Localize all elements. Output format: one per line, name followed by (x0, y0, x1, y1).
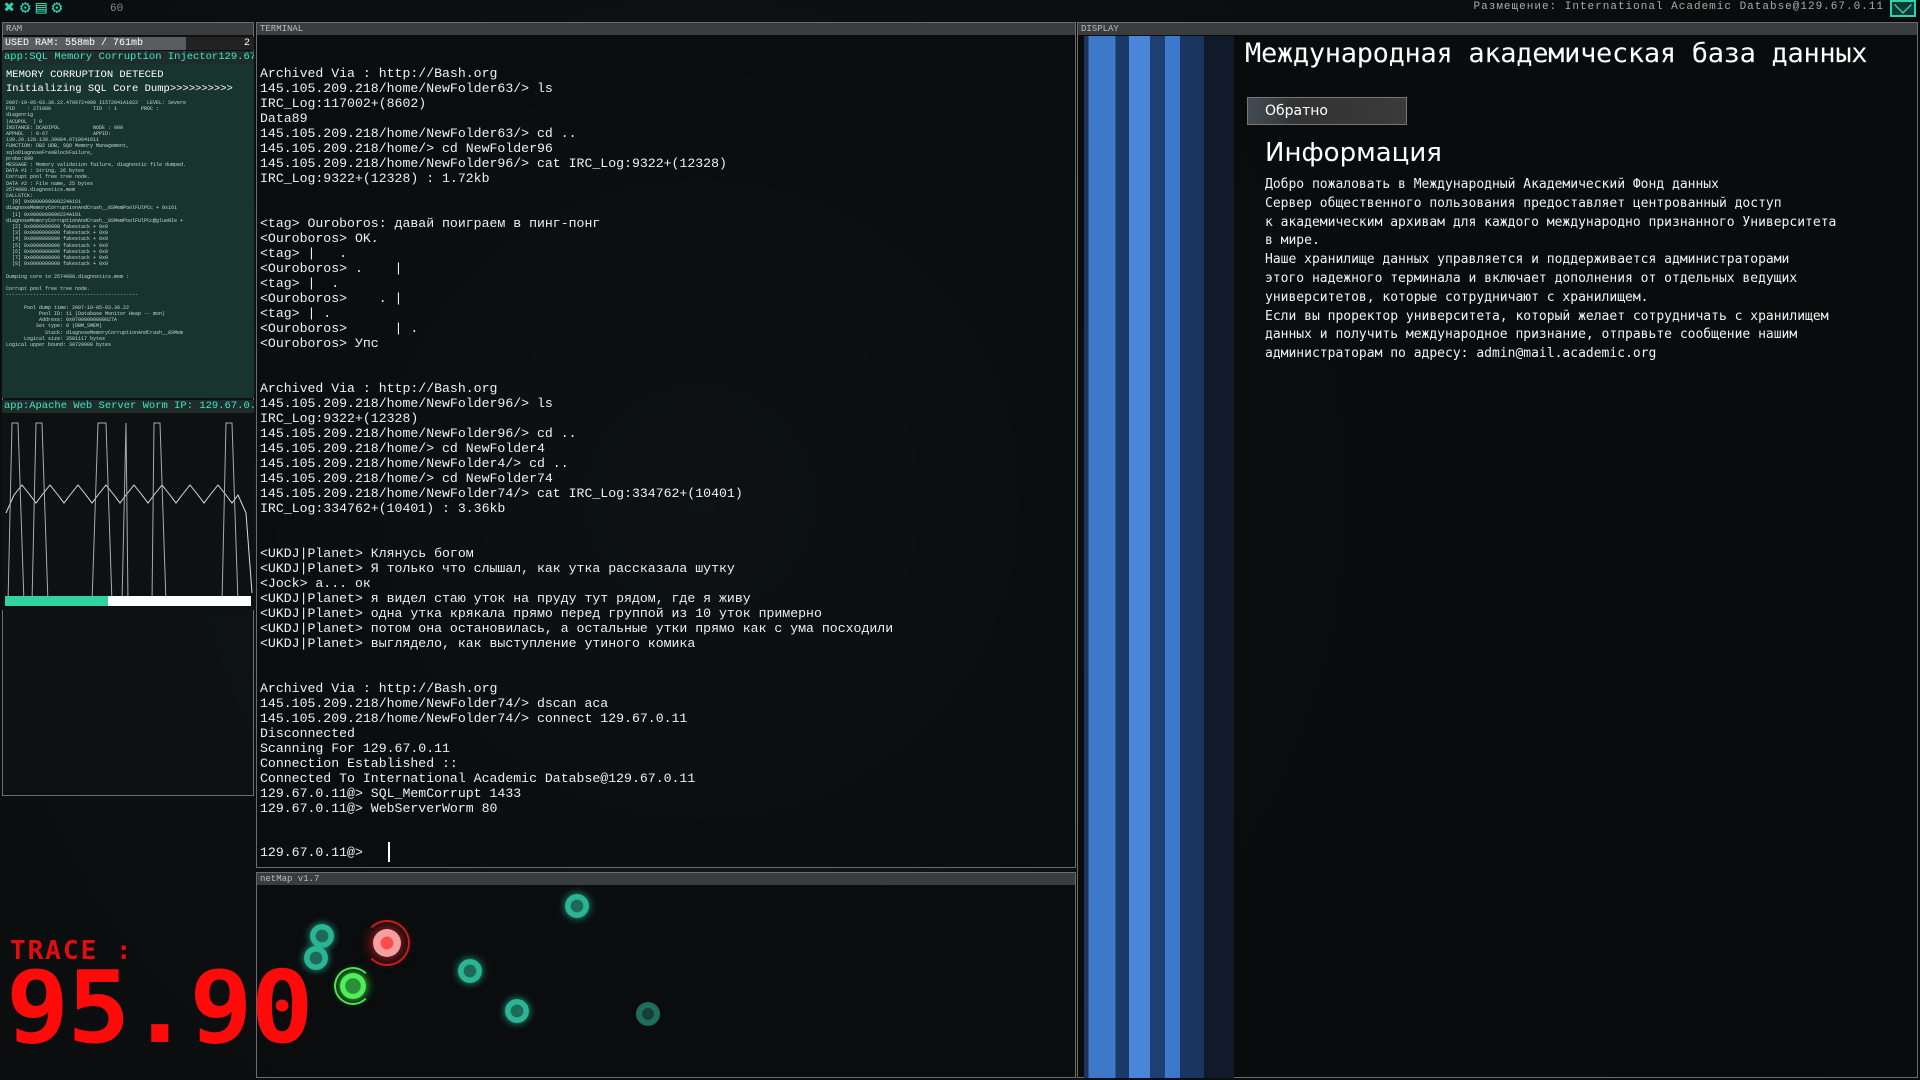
ram-usage-bar: USED RAM: 558mb / 761mb 2 (2, 37, 254, 50)
terminal-line: IRC_Log:117002+(8602) (260, 96, 427, 111)
top-bar: ✖ ⚙ ▤ ⚙ 60 Размещение: International Aca… (0, 0, 1920, 20)
ram-used-label: USED RAM: 558mb / 761mb (5, 38, 144, 49)
terminal-line: <tag> | . (260, 276, 340, 291)
netmap-node-normal[interactable] (565, 894, 589, 918)
terminal-line: <Ouroboros> OK. (260, 231, 379, 246)
close-icon[interactable]: ✖ (4, 0, 15, 18)
terminal-output: Archived Via : http://Bash.org 145.105.20… (260, 66, 893, 816)
app-title: app:Apache Web Server Worm IP: 129.67.0.… (2, 400, 254, 413)
terminal-line: <tag> Ouroboros: давай поиграем в пинг-п… (260, 216, 601, 231)
ram-header: RAM (3, 23, 253, 35)
terminal-line: IRC_Log:9322+(12328) : 1.72kb (260, 171, 490, 186)
terminal-line: 129.67.0.11@> WebServerWorm 80 (260, 801, 498, 816)
sql-memory-corruption-app[interactable]: app:SQL Memory Corruption Injector129.67… (2, 51, 254, 398)
terminal-line: Archived Via : http://Bash.org (260, 681, 498, 696)
terminal-line: 145.105.209.218/home/NewFolder96/> cat I… (260, 156, 727, 171)
fps-counter: 60 (110, 3, 124, 15)
waveform-line-b (7, 422, 239, 604)
terminal-line: <Ouroboros> | . (260, 321, 419, 336)
terminal-line: <UKDJ|Planet> Клянусь богом (260, 546, 474, 561)
save-icon[interactable]: ▤ (36, 0, 47, 18)
display-header: DISPLAY (1078, 23, 1917, 35)
text-cursor (388, 842, 390, 862)
info-heading: Информация (1265, 138, 1442, 168)
terminal-line: Archived Via : http://Bash.org (260, 381, 498, 396)
netmap-node-home[interactable] (334, 967, 372, 1005)
terminal-line: <Ouroboros> Упс (260, 336, 379, 351)
terminal-line: <UKDJ|Planet> я видел стаю уток на пруду… (260, 591, 751, 606)
netmap-node-target[interactable] (364, 920, 410, 966)
terminal-line: <UKDJ|Planet> потом она остановилась, а … (260, 621, 894, 636)
terminal-line: 145.105.209.218/home/> cd NewFolder4 (260, 441, 545, 456)
gear-icon[interactable]: ⚙ (20, 0, 31, 18)
back-button[interactable]: Обратно (1247, 97, 1407, 125)
terminal-line: IRC_Log:334762+(10401) : 3.36kb (260, 501, 506, 516)
netmap-node-normal[interactable] (505, 999, 529, 1023)
waveform-line-a (5, 484, 253, 594)
terminal-line: Connected To International Academic Data… (260, 771, 696, 786)
terminal-line: 145.105.209.218/home/NewFolder63/> cd .. (260, 126, 577, 141)
terminal-line: 129.67.0.11@> SQL_MemCorrupt 1433 (260, 786, 522, 801)
app-title: app:SQL Memory Corruption Injector129.67… (2, 51, 254, 64)
terminal-line: <tag> | . (260, 246, 348, 261)
netmap-node-normal[interactable] (310, 924, 334, 948)
terminal-line: 145.105.209.218/home/NewFolder4/> cd .. (260, 456, 569, 471)
ram-process-count: 2 (243, 38, 250, 49)
info-paragraph: Добро пожаловать в Международный Академи… (1265, 177, 1837, 362)
terminal-line: Scanning For 129.67.0.11 (260, 741, 450, 756)
terminal-line: <tag> | . (260, 306, 332, 321)
terminal-line: <Jock> а... ок (260, 576, 371, 591)
location-label: Размещение: International Academic Datab… (1473, 1, 1884, 13)
terminal-line: 145.105.209.218/home/NewFolder74/> conne… (260, 711, 688, 726)
sql-dump-log: 2007-10-05-03.30.22.470072+000 I1572041A… (6, 100, 187, 348)
terminal-line: <Ouroboros> . | (260, 291, 403, 306)
terminal-line: 145.105.209.218/home/NewFolder96/> cd .. (260, 426, 577, 441)
waveform-graph (5, 422, 253, 604)
worm-progress-bar (5, 596, 251, 606)
netmap-panel: netMap v1.7 (256, 872, 1076, 1078)
terminal-line: <UKDJ|Planet> Я только что слышал, как у… (260, 561, 735, 576)
terminal-line: 145.105.209.218/home/> cd NewFolder96 (260, 141, 553, 156)
mail-icon[interactable] (1890, 0, 1916, 17)
netmap-node-normal[interactable] (458, 959, 482, 983)
terminal-line: 145.105.209.218/home/> cd NewFolder74 (260, 471, 553, 486)
sql-status-2: Initializing SQL Core Dump>>>>>>>>>> (6, 83, 233, 95)
apache-worm-app[interactable]: app:Apache Web Server Worm IP: 129.67.0.… (2, 400, 254, 610)
worm-progress-fill (5, 596, 109, 606)
terminal-line: <Ouroboros> . | (260, 261, 403, 276)
top-icons: ✖ ⚙ ▤ ⚙ (4, 0, 62, 18)
sql-status-1: MEMORY CORRUPTION DETECED (6, 69, 164, 81)
terminal-prompt[interactable]: 129.67.0.11@> (260, 845, 371, 860)
page-title: Международная академическая база данных (1245, 38, 1868, 69)
terminal-line: Disconnected (260, 726, 355, 741)
terminal-line: 145.105.209.218/home/NewFolder63/> ls (260, 81, 553, 96)
terminal-line: Connection Established :: (260, 756, 458, 771)
terminal-line: 145.105.209.218/home/NewFolder96/> ls (260, 396, 553, 411)
settings-icon[interactable]: ⚙ (52, 0, 63, 18)
decorative-stripes (1084, 36, 1234, 1078)
terminal-line: 145.105.209.218/home/NewFolder74/> cat I… (260, 486, 743, 501)
terminal-header: TERMINAL (257, 23, 1075, 35)
terminal-line: IRC_Log:9322+(12328) (260, 411, 419, 426)
netmap-header: netMap v1.7 (257, 873, 1075, 885)
terminal-line: <UKDJ|Planet> выглядело, как выступление… (260, 636, 696, 651)
netmap-node-dim[interactable] (636, 1002, 660, 1026)
terminal-line: <UKDJ|Planet> одна утка крякала прямо пе… (260, 606, 822, 621)
terminal-line: Data89 (260, 111, 308, 126)
terminal-line: Archived Via : http://Bash.org (260, 66, 498, 81)
trace-value: 95.90 (6, 949, 314, 1066)
terminal-line: 145.105.209.218/home/NewFolder74/> dscan… (260, 696, 609, 711)
